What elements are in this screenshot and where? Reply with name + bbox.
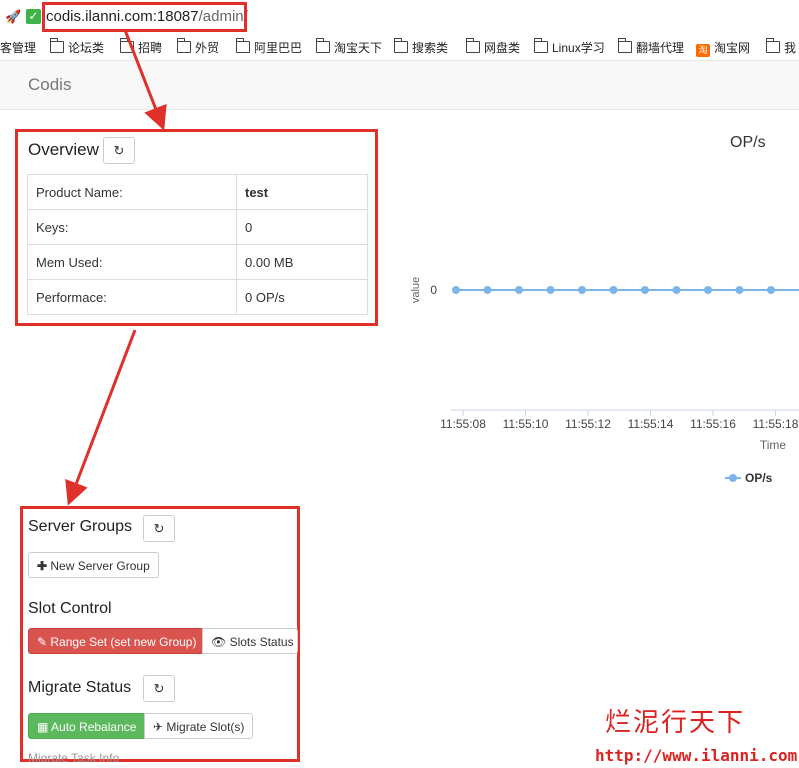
watermark-url: http://www.ilanni.com — [595, 746, 798, 765]
overview-refresh-button[interactable]: ↻ — [103, 137, 135, 164]
data-point — [735, 286, 744, 294]
overview-table: Product Name: test Keys: 0 Mem Used: 0.00 M… — [27, 174, 368, 315]
row-label: Keys: — [27, 209, 237, 245]
y-axis-label: value — [410, 277, 422, 303]
table-row: Product Name: test — [27, 174, 368, 210]
plane-icon: ✈ — [153, 720, 167, 734]
data-point — [578, 286, 586, 294]
data-point — [515, 286, 523, 294]
server-groups-refresh-button[interactable]: ↻ — [143, 515, 175, 542]
refresh-icon: ↻ — [153, 681, 165, 696]
data-point — [483, 286, 492, 294]
data-point — [609, 286, 618, 294]
bookmark-item[interactable]: 客管理 — [0, 39, 36, 56]
legend-marker — [729, 474, 737, 482]
x-tick-label: 11:55:14 — [628, 417, 674, 431]
bookmark-item[interactable]: 阿里巴巴 — [236, 38, 302, 56]
refresh-icon: ↻ — [113, 143, 125, 158]
ops-chart: value 0 11:55:08 11:55:10 11:55:12 11:55:14 11… — [410, 277, 799, 485]
x-axis-label: Time — [760, 438, 787, 452]
bookmark-item[interactable]: 论坛类 — [50, 38, 104, 56]
migrate-slots-button[interactable]: ✈ Migrate Slot(s) — [144, 713, 253, 739]
overview-title: Overview — [28, 140, 99, 159]
auto-rebalance-button[interactable]: ▦ Auto Rebalance — [28, 713, 145, 739]
row-value: 0.00 MB — [236, 244, 368, 280]
folder-icon — [120, 38, 134, 53]
grid-icon: ▦ — [37, 720, 52, 734]
bookmark-item[interactable]: 招聘 — [120, 38, 162, 56]
legend-label: OP/s — [745, 471, 773, 485]
data-point — [641, 286, 649, 294]
x-tick-label: 11:55:10 — [503, 417, 549, 431]
row-label: Mem Used: — [27, 244, 237, 280]
watermark-title: 烂泥行天下 — [605, 708, 746, 738]
data-point — [704, 286, 712, 294]
folder-icon — [466, 38, 480, 53]
data-point — [767, 286, 775, 294]
refresh-icon: ↻ — [153, 521, 165, 536]
bookmarks-bar: 客管理 论坛类 招聘 外贸 阿里巴巴 淘宝天下 搜索类 网盘类 Linux学习 … — [0, 36, 799, 58]
rocket-icon: 🚀 — [5, 9, 22, 24]
folder-icon — [177, 38, 191, 53]
row-label: Performace: — [27, 279, 237, 315]
taobao-icon: 淘 — [696, 44, 710, 57]
range-set-button[interactable]: ✎ Range Set (set new Group) — [28, 628, 203, 654]
server-groups-title: Server Groups — [28, 518, 133, 535]
eye-icon: 👁 — [211, 635, 230, 649]
bookmark-item[interactable]: 淘宝天下 — [316, 38, 382, 56]
pencil-icon: ✎ — [37, 635, 51, 649]
bookmark-item[interactable]: 搜索类 — [394, 38, 448, 56]
brand-link[interactable]: Codis — [28, 75, 71, 95]
bookmark-item[interactable]: Linux学习 — [534, 38, 605, 56]
table-row: Keys: 0 — [27, 209, 368, 245]
folder-icon — [534, 38, 548, 53]
plus-icon: ✚ — [37, 559, 51, 573]
data-point — [672, 286, 681, 294]
folder-icon — [236, 38, 250, 53]
new-server-group-button[interactable]: ✚ New Server Group — [28, 552, 159, 578]
x-tick-label: 11:55:18 — [753, 417, 799, 431]
arrow-overview-to-groups — [65, 329, 137, 506]
x-tick-label: 11:55:08 — [440, 417, 486, 431]
row-value: 0 — [236, 209, 368, 245]
table-row: Performace: 0 OP/s — [27, 279, 368, 315]
bookmark-item[interactable]: 我 — [766, 38, 796, 56]
migrate-status-title: Migrate Status — [28, 679, 132, 696]
bookmark-item[interactable]: 网盘类 — [466, 38, 520, 56]
migrate-task-info-label: Migrate Task Info — [28, 751, 120, 762]
x-tick-label: 11:55:16 — [690, 417, 736, 431]
y-tick-label: 0 — [430, 283, 437, 297]
bookmark-item[interactable]: 翻墙代理 — [618, 38, 684, 56]
x-tick-label: 11:55:12 — [565, 417, 611, 431]
folder-icon — [50, 38, 64, 53]
row-label: Product Name: — [27, 174, 237, 210]
migrate-refresh-button[interactable]: ↻ — [143, 675, 175, 702]
data-point — [546, 286, 555, 294]
check-icon: ✓ — [26, 9, 41, 24]
slot-control-title: Slot Control — [28, 600, 112, 617]
folder-icon — [316, 38, 330, 53]
watermark: 烂泥行天下 http://www.ilanni.com — [595, 700, 799, 768]
row-value: 0 OP/s — [236, 279, 368, 315]
url-annotation-box — [42, 2, 247, 32]
bookmark-item[interactable]: 淘淘宝网 — [696, 39, 750, 57]
folder-icon — [766, 38, 780, 53]
folder-icon — [618, 38, 632, 53]
row-value: test — [236, 174, 368, 210]
folder-icon — [394, 38, 408, 53]
table-row: Mem Used: 0.00 MB — [27, 244, 368, 280]
bookmark-item[interactable]: 外贸 — [177, 38, 219, 56]
top-navbar: Codis — [0, 60, 799, 110]
data-point — [452, 286, 460, 294]
slots-status-button[interactable]: 👁 Slots Status — [202, 628, 298, 654]
